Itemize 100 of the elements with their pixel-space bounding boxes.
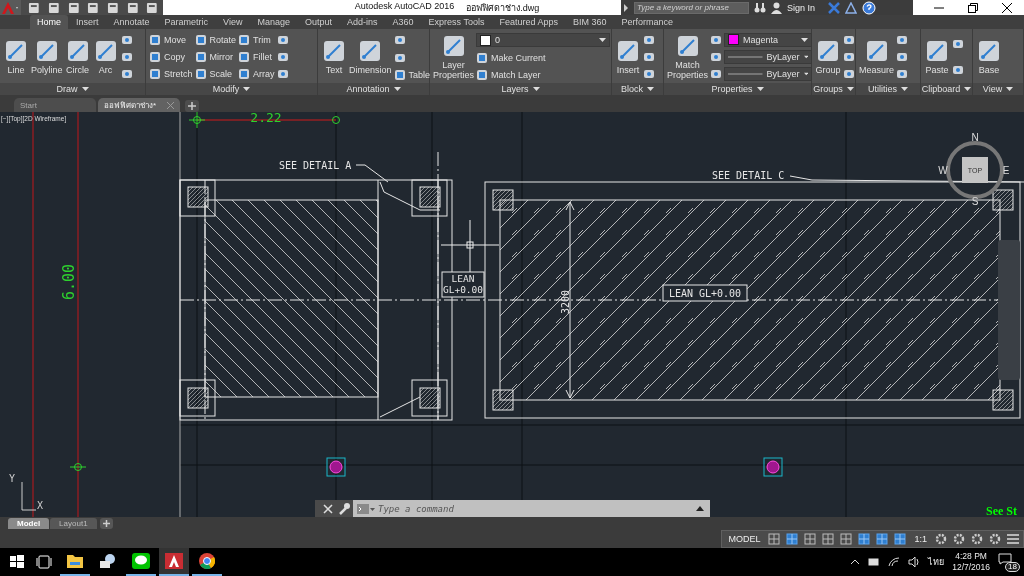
ribbon-tab[interactable]: A360	[385, 15, 421, 29]
dropdown[interactable]: ByLayer	[724, 50, 812, 64]
ribbon-tab[interactable]: Insert	[69, 15, 106, 29]
panel-title-button[interactable]: Utilities	[856, 83, 920, 95]
status-toggle[interactable]	[767, 532, 782, 546]
tool-button[interactable]: Group	[815, 38, 841, 76]
tool-button[interactable]	[393, 33, 406, 47]
taskbar-app-button[interactable]	[159, 548, 189, 576]
gear-icon[interactable]	[952, 532, 966, 546]
compass-ring[interactable]	[946, 141, 1004, 199]
tool-button[interactable]	[643, 50, 655, 64]
tool-button[interactable]: Circle	[64, 38, 91, 76]
gear-icon[interactable]	[934, 532, 948, 546]
ribbon-tab[interactable]: Featured Apps	[492, 15, 565, 29]
command-input[interactable]: Type a command	[378, 503, 693, 514]
tool-button[interactable]	[120, 50, 133, 64]
tool-button[interactable]	[952, 63, 964, 77]
gear-icon[interactable]	[970, 532, 984, 546]
status-toggle[interactable]	[875, 532, 890, 546]
tool-button[interactable]: Base	[976, 38, 1002, 76]
model-space-button[interactable]: MODEL	[725, 534, 764, 544]
tool-button[interactable]: Polyline	[31, 38, 63, 76]
tool-button[interactable]: Move	[149, 33, 186, 46]
help-icon[interactable]	[862, 0, 877, 15]
file-tab[interactable]: ออฟฟิศดาช่าง*	[98, 98, 180, 112]
tool-button[interactable]: Layer Properties	[433, 33, 475, 81]
ribbon-tab[interactable]: View	[216, 15, 250, 29]
panel-title-button[interactable]: Annotation	[318, 83, 429, 95]
quick-access-icon[interactable]	[145, 1, 160, 14]
tool-button[interactable]: Line	[3, 38, 29, 76]
file-tab[interactable]: Start	[14, 98, 96, 112]
ribbon-tab[interactable]: Express Tools	[421, 15, 492, 29]
tool-button[interactable]: Rotate	[194, 33, 237, 46]
tool-button[interactable]: Array	[238, 68, 275, 81]
binoculars-icon[interactable]	[754, 1, 766, 14]
new-tab-button[interactable]	[185, 100, 199, 112]
quick-access-icon[interactable]	[47, 1, 61, 14]
chevron-up-icon[interactable]	[850, 559, 861, 565]
triangle-icon[interactable]	[845, 1, 858, 14]
quick-access-icon[interactable]	[86, 1, 101, 14]
close-icon[interactable]	[321, 501, 335, 516]
notification-icon[interactable]	[998, 553, 1012, 565]
search-field[interactable]: Type a keyword or phrase	[634, 1, 749, 14]
tool-button[interactable]: Table	[393, 69, 431, 81]
tool-button[interactable]	[843, 50, 855, 64]
quick-access-icon[interactable]	[66, 1, 81, 14]
cross-icon[interactable]	[828, 1, 841, 14]
ribbon-tab[interactable]: Performance	[614, 15, 680, 29]
battery-icon[interactable]	[868, 558, 881, 566]
panel-title-button[interactable]: View	[973, 83, 1023, 95]
ribbon-tab[interactable]: Manage	[250, 15, 297, 29]
tool-button[interactable]	[393, 51, 406, 65]
tool-button[interactable]: Scale	[194, 68, 233, 81]
status-toggle[interactable]	[785, 532, 800, 546]
panel-title-button[interactable]: Draw	[0, 83, 145, 95]
sign-in-link[interactable]: Sign In	[787, 2, 816, 13]
ribbon-tab[interactable]: Add-ins	[340, 15, 385, 29]
menu-icon[interactable]	[1006, 532, 1020, 546]
panel-title-button[interactable]: Modify	[146, 83, 317, 95]
gear-icon[interactable]	[988, 532, 1002, 546]
quick-access-icon[interactable]	[106, 1, 120, 14]
dropdown[interactable]: ByLayer	[724, 67, 812, 82]
quick-access-icon[interactable]	[125, 1, 140, 14]
tool-button[interactable]: Fillet	[238, 51, 273, 63]
tool-button[interactable]: Copy	[149, 51, 185, 63]
status-toggle[interactable]	[839, 532, 854, 546]
panel-title-button[interactable]: Block	[612, 83, 663, 95]
command-field[interactable]: Type a command	[353, 500, 710, 517]
clock-time[interactable]: 4:28 PM	[955, 551, 987, 562]
tool-button[interactable]: Stretch	[149, 68, 193, 81]
status-toggle[interactable]	[803, 532, 818, 546]
quick-access-icon[interactable]	[27, 1, 42, 14]
status-toggle[interactable]	[893, 532, 908, 546]
annotation-scale-button[interactable]: 1:1	[911, 534, 930, 544]
tool-button[interactable]: Arc	[92, 38, 119, 76]
clock-date[interactable]: 12/7/2016	[952, 562, 990, 573]
tool-button[interactable]: Text	[321, 38, 347, 76]
tool-button[interactable]	[952, 37, 964, 51]
dropdown[interactable]: Magenta	[724, 32, 812, 47]
tool-button[interactable]	[896, 50, 908, 64]
input-language[interactable]: ไทย	[928, 555, 945, 569]
dropdown[interactable]: 0	[476, 33, 611, 48]
tool-button[interactable]: Match Properties	[667, 33, 708, 81]
ribbon-tab[interactable]: Output	[297, 15, 339, 29]
prompt-icon[interactable]	[357, 503, 375, 514]
speaker-icon[interactable]	[908, 557, 921, 567]
layout-tab[interactable]: Layout1	[50, 518, 97, 529]
task-view-icon[interactable]	[36, 555, 52, 569]
panel-title-button[interactable]: Properties	[664, 83, 811, 95]
tool-button[interactable]: Mirror	[194, 51, 233, 63]
panel-title-button[interactable]: Layers	[430, 83, 611, 95]
tool-button[interactable]	[276, 50, 289, 64]
ribbon-tab[interactable]: Home	[30, 15, 68, 29]
tool-button[interactable]: Measure	[859, 38, 894, 76]
panel-title-button[interactable]: Clipboard	[921, 83, 972, 95]
caret-icon[interactable]	[696, 506, 704, 511]
ribbon-tab[interactable]: BIM 360	[565, 15, 614, 29]
status-toggle[interactable]	[821, 532, 836, 546]
tool-button[interactable]	[710, 50, 722, 64]
status-toggle[interactable]	[857, 532, 872, 546]
